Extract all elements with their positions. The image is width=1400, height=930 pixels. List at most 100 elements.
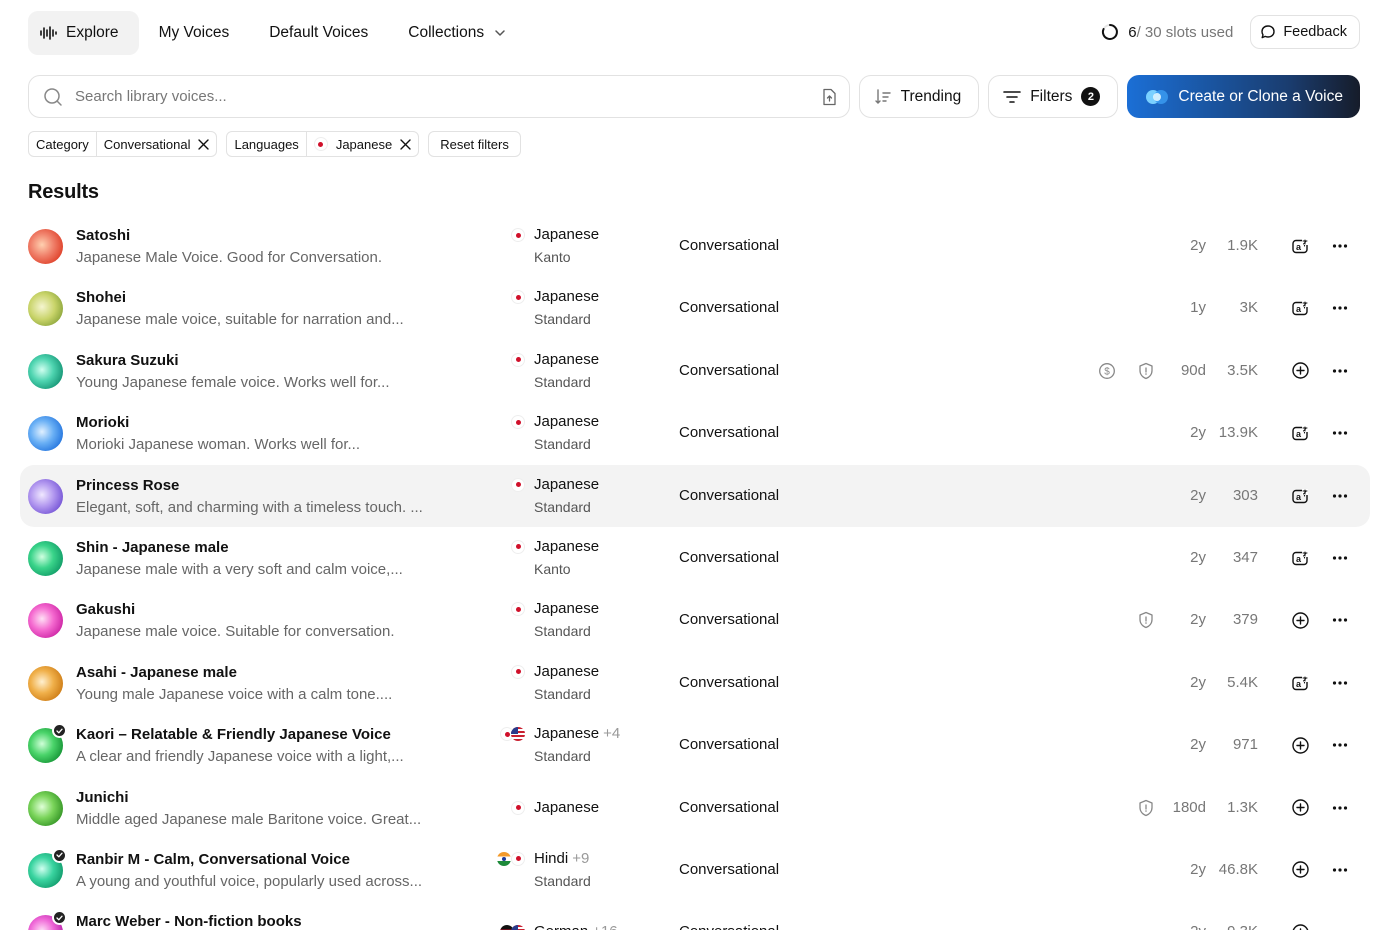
close-icon[interactable] — [198, 138, 210, 150]
chat-bubble-icon — [1261, 25, 1276, 39]
translate-icon[interactable]: a — [1290, 548, 1310, 568]
translate-icon[interactable]: a — [1290, 423, 1310, 443]
plus-circle-icon[interactable] — [1290, 798, 1310, 818]
more-options-icon[interactable] — [1330, 610, 1350, 630]
close-icon[interactable] — [400, 138, 411, 150]
create-clone-voice-button[interactable]: Create or Clone a Voice — [1127, 75, 1360, 118]
voice-row[interactable]: Gakushi Japanese male voice. Suitable fo… — [20, 589, 1370, 651]
japan-flag-icon — [511, 664, 525, 679]
plus-circle-icon[interactable] — [1290, 735, 1310, 755]
filter-chips: Category Conversational Languages Japane… — [28, 131, 530, 157]
language-flags — [495, 539, 525, 554]
more-options-icon[interactable] — [1330, 486, 1350, 506]
search-input[interactable] — [75, 88, 821, 105]
voice-name: Ranbir M - Calm, Conversational Voice — [76, 850, 350, 868]
india-flag-icon — [497, 851, 511, 866]
voice-category: Conversational — [679, 361, 780, 379]
trending-button[interactable]: Trending — [858, 75, 980, 118]
avatar — [28, 478, 63, 514]
filter-chip-category: Category Conversational — [28, 131, 218, 157]
voice-row[interactable]: Princess Rose Elegant, soft, and charmin… — [20, 464, 1370, 527]
voice-row[interactable]: Kaori – Relatable & Friendly Japanese Vo… — [20, 714, 1370, 776]
tab-default-voices[interactable]: Default Voices — [249, 11, 388, 55]
voice-category: Conversational — [679, 424, 780, 442]
verified-badge-icon — [52, 847, 67, 863]
more-options-icon[interactable] — [1330, 423, 1350, 443]
verified-badge-icon — [52, 723, 67, 739]
voice-description: Japanese male voice. Suitable for conver… — [76, 623, 395, 641]
voice-row[interactable]: Marc Weber - Non-fiction books German +16… — [20, 901, 1370, 930]
plus-circle-icon[interactable] — [1290, 922, 1310, 930]
voice-language: Japanese — [534, 663, 599, 680]
japan-flag-icon — [511, 290, 525, 305]
reset-filters-button[interactable]: Reset filters — [428, 131, 521, 157]
tab-collections[interactable]: Collections — [388, 11, 526, 55]
tab-explore[interactable]: Explore — [28, 11, 139, 55]
sort-icon — [874, 88, 891, 104]
waveform-icon — [40, 26, 57, 40]
voice-row[interactable]: Asahi - Japanese male Young male Japanes… — [20, 652, 1370, 714]
voice-row[interactable]: Junichi Middle aged Japanese male Barito… — [20, 777, 1370, 839]
voice-age: 2y — [1190, 860, 1206, 878]
voice-age: 180d — [1172, 798, 1206, 816]
voice-age: 2y — [1190, 424, 1206, 442]
svg-text:a: a — [1296, 554, 1302, 564]
more-options-icon[interactable] — [1330, 922, 1350, 930]
more-options-icon[interactable] — [1330, 298, 1350, 318]
more-options-icon[interactable] — [1330, 361, 1350, 381]
voice-name: Princess Rose — [76, 476, 180, 494]
japan-flag-icon — [511, 539, 525, 554]
filter-chip-key: Languages — [227, 132, 307, 156]
voice-language-label: Japanese — [534, 725, 600, 743]
voice-usage-count: 303 — [1232, 486, 1258, 504]
language-flags — [495, 800, 525, 815]
voice-language: Japanese +4 — [534, 725, 620, 742]
tab-my-voices[interactable]: My Voices — [139, 11, 250, 55]
shield-icon — [1136, 361, 1156, 381]
translate-icon[interactable]: a — [1290, 236, 1310, 256]
language-flags — [495, 415, 525, 430]
more-options-icon[interactable] — [1330, 798, 1350, 818]
tab-explore-label: Explore — [66, 24, 119, 41]
filters-button[interactable]: Filters 2 — [988, 75, 1119, 118]
more-options-icon[interactable] — [1330, 548, 1350, 568]
plus-circle-icon[interactable] — [1290, 860, 1310, 880]
voice-row[interactable]: Sakura Suzuki Young Japanese female voic… — [20, 340, 1370, 402]
voice-age: 90d — [1180, 361, 1206, 379]
language-flags — [495, 602, 525, 617]
voice-name: Gakushi — [76, 601, 136, 619]
voice-row[interactable]: Morioki Morioki Japanese woman. Works we… — [20, 402, 1370, 464]
more-options-icon[interactable] — [1330, 860, 1350, 880]
plus-circle-icon[interactable] — [1290, 610, 1310, 630]
svg-text:a: a — [1296, 679, 1302, 689]
search-box[interactable] — [28, 75, 850, 118]
translate-icon[interactable]: a — [1290, 298, 1310, 318]
voice-name: Shin - Japanese male — [76, 538, 229, 556]
voice-category: Conversational — [679, 486, 780, 504]
voice-row[interactable]: Shin - Japanese male Japanese male with … — [20, 527, 1370, 589]
plus-circle-icon[interactable] — [1290, 361, 1310, 381]
more-options-icon[interactable] — [1330, 673, 1350, 693]
voice-usage-count: 9.3K — [1227, 923, 1258, 930]
file-upload-icon[interactable] — [821, 88, 837, 106]
voice-name: Shohei — [76, 289, 127, 307]
voice-age: 2y — [1190, 548, 1206, 566]
voice-description: A clear and friendly Japanese voice with… — [76, 748, 404, 766]
feedback-button[interactable]: Feedback — [1250, 15, 1360, 49]
voice-language-label: German — [534, 923, 588, 930]
more-options-icon[interactable] — [1330, 236, 1350, 256]
avatar — [28, 540, 63, 576]
avatar — [28, 416, 63, 452]
voice-language-label: Japanese — [534, 350, 600, 368]
voice-row[interactable]: Shohei Japanese male voice, suitable for… — [20, 277, 1370, 339]
voice-language: Japanese — [534, 476, 599, 493]
translate-icon[interactable]: a — [1290, 486, 1310, 506]
more-options-icon[interactable] — [1330, 735, 1350, 755]
voice-language-label: Japanese — [534, 798, 600, 816]
voice-description: Japanese male with a very soft and calm … — [76, 560, 403, 578]
voice-row[interactable]: Ranbir M - Calm, Conversational Voice A … — [20, 839, 1370, 901]
trending-label: Trending — [900, 87, 962, 105]
voice-row[interactable]: Satoshi Japanese Male Voice. Good for Co… — [20, 215, 1370, 277]
voice-name: Kaori – Relatable & Friendly Japanese Vo… — [76, 726, 391, 744]
translate-icon[interactable]: a — [1290, 673, 1310, 693]
